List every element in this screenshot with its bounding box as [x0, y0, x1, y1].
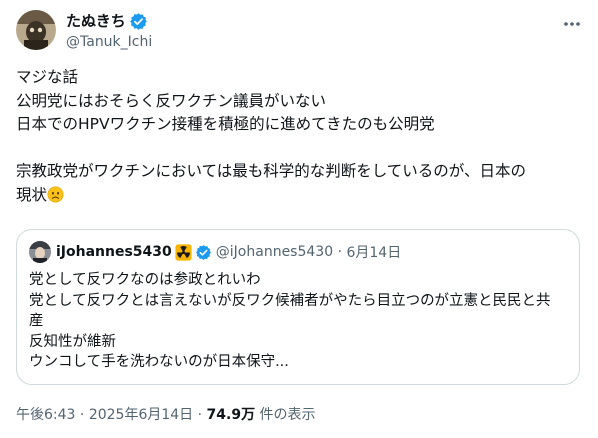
views-count[interactable]: 74.9万	[207, 407, 256, 423]
more-horizontal-icon[interactable]	[562, 14, 582, 34]
author-handle[interactable]: @Tanuk_Ichi	[66, 33, 152, 52]
footer-separator: ·	[79, 407, 85, 423]
quoted-date[interactable]: 6月14日	[346, 242, 401, 262]
quoted-author-name[interactable]: iJohannes5430	[56, 244, 172, 260]
author-info: たぬきち @Tanuk_Ichi	[66, 11, 152, 52]
views-label: 件の表示	[259, 407, 316, 423]
quoted-author-avatar[interactable]	[29, 241, 51, 263]
tweet-body: マジな話 公明党にはおそらく反ワクチン議員がいない 日本でのHPVワクチン接種を…	[16, 68, 526, 204]
quoted-tweet-text: 党として反ワクなのは参政とれいわ 党として反ワクとは言えないが反ワク候補者がやた…	[29, 272, 551, 370]
quoted-tweet-header: iJohannes5430 @iJohannes5430 · 6月14日	[29, 241, 401, 263]
tweet-footer: 午後6:43 · 2025年6月14日 · 74.9万 件の表示	[16, 405, 316, 425]
frowning-face-emoji	[47, 186, 64, 203]
radioactive-icon	[175, 243, 192, 261]
author-display-name[interactable]: たぬきち	[66, 11, 126, 31]
tweet-date[interactable]: 2025年6月14日	[89, 407, 193, 423]
footer-separator-2: ·	[197, 407, 203, 423]
author-avatar[interactable]	[16, 10, 56, 50]
tweet-time[interactable]: 午後6:43	[16, 407, 75, 423]
tweet-text: マジな話 公明党にはおそらく反ワクチン議員がいない 日本でのHPVワクチン接種を…	[16, 66, 582, 207]
quoted-author-handle[interactable]: @iJohannes5430	[216, 244, 333, 260]
quoted-tweet[interactable]: iJohannes5430 @iJohannes5430 · 6月14日 党とし…	[16, 229, 580, 385]
quoted-meta-separator: ·	[337, 244, 343, 260]
quoted-verified-badge-icon[interactable]	[195, 244, 212, 261]
verified-badge-icon[interactable]	[129, 12, 148, 31]
